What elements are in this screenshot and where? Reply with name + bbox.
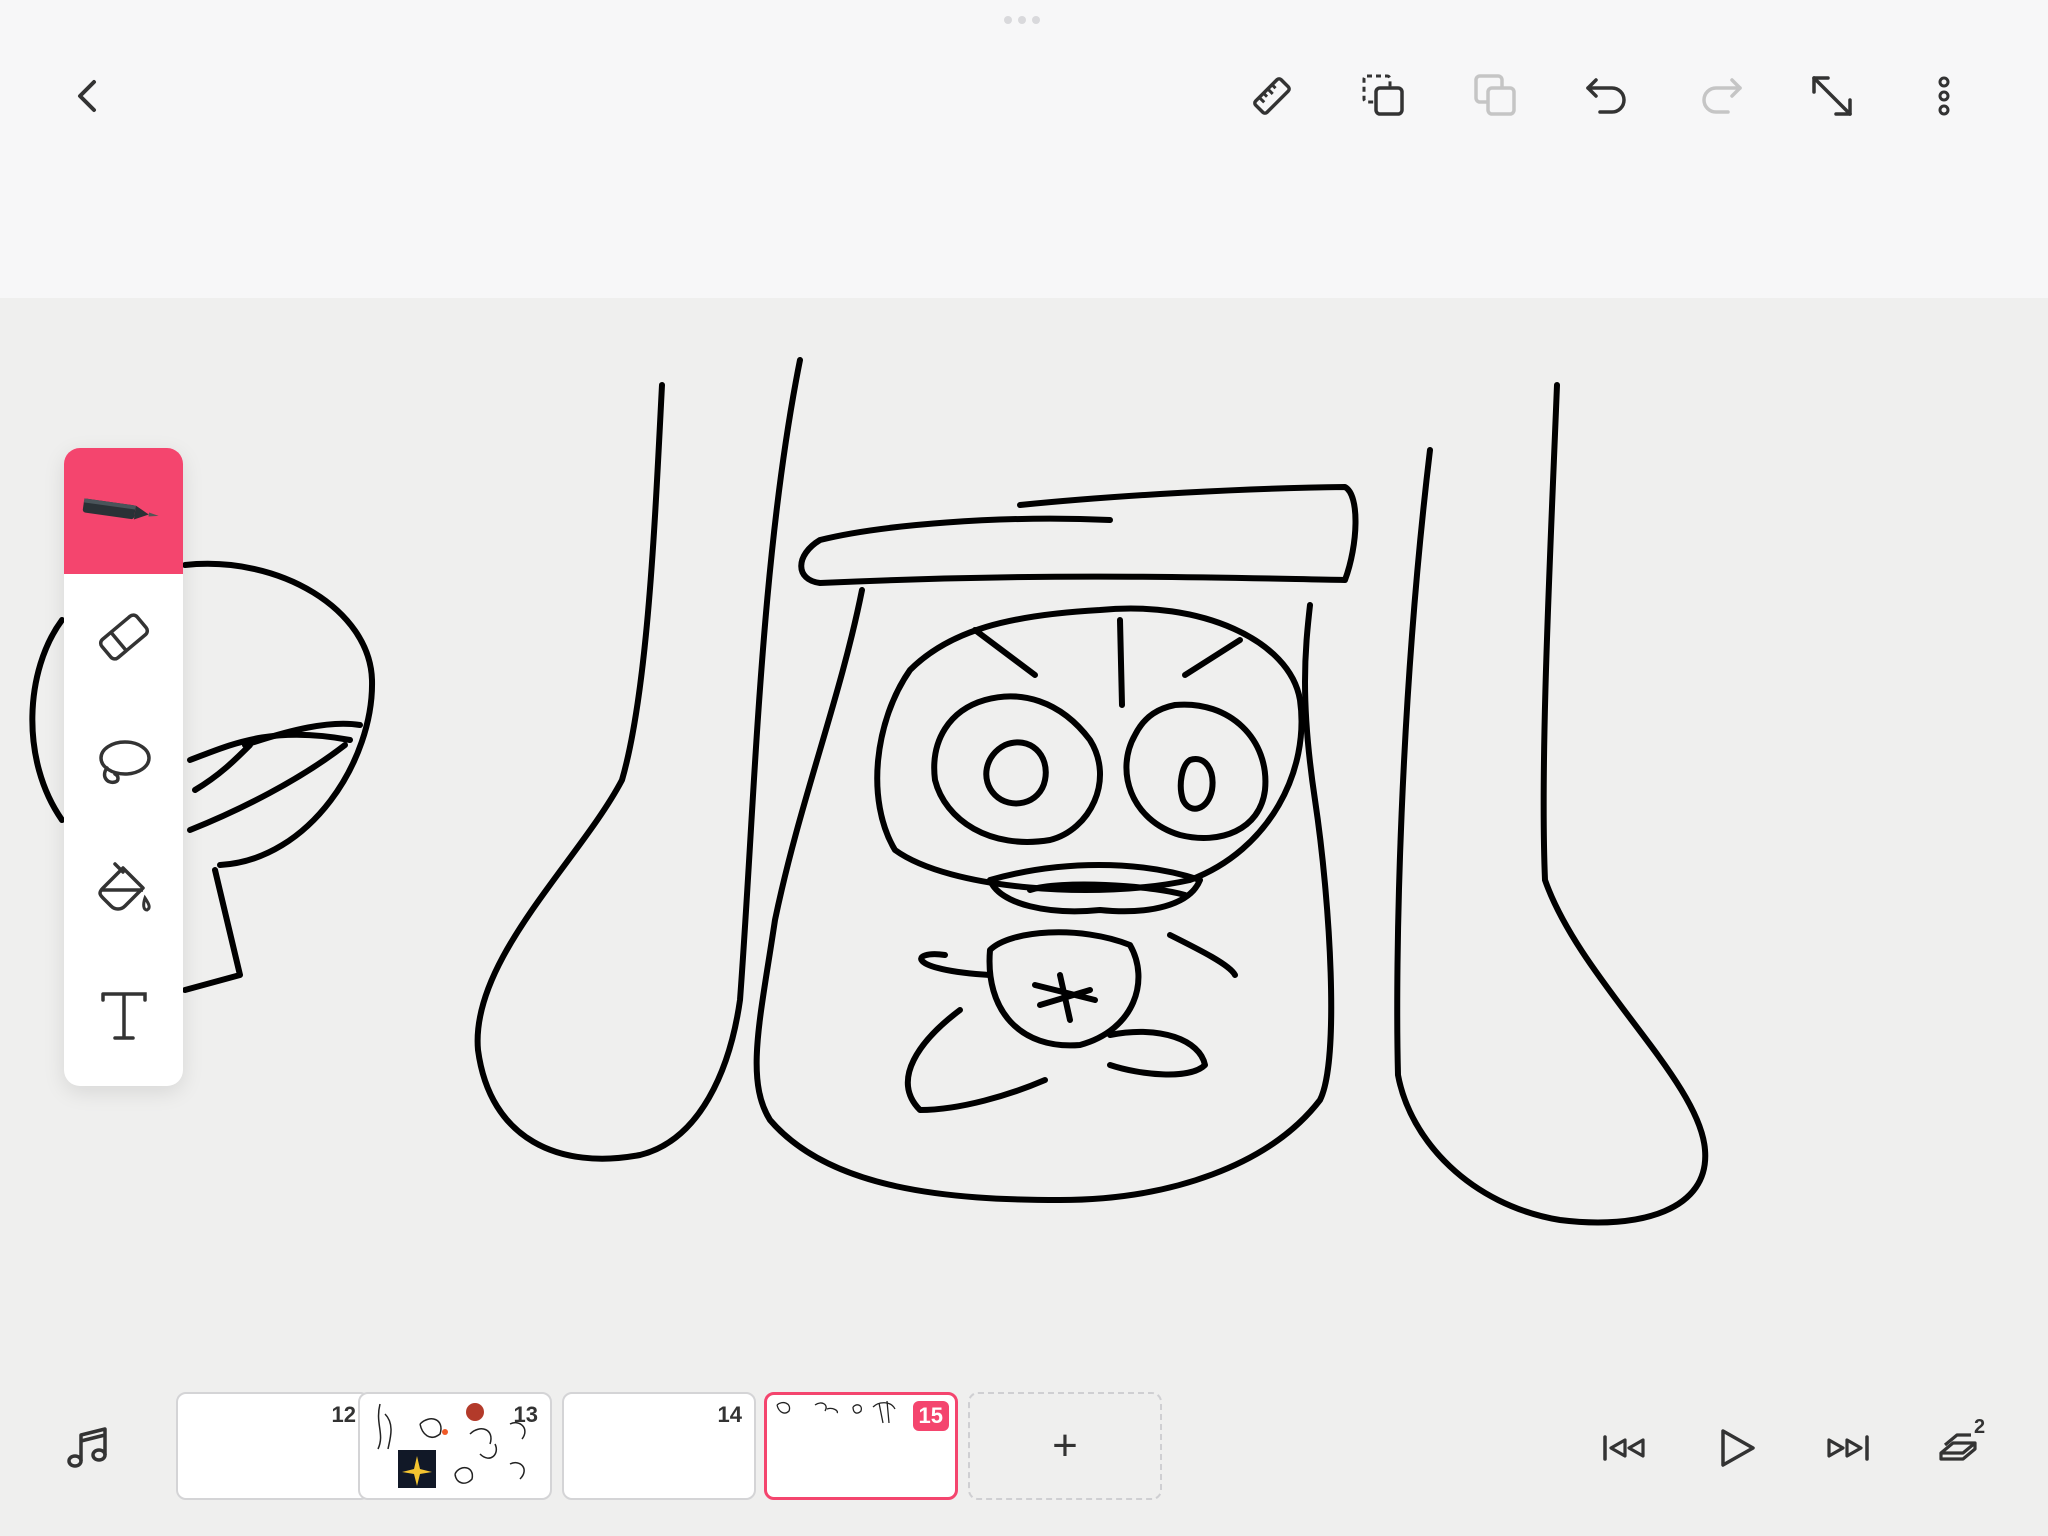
more-vertical-icon: [1938, 76, 1950, 116]
expand-diagonal-icon: [1812, 76, 1852, 116]
eraser-icon: [98, 613, 149, 661]
redo-icon: [1702, 78, 1742, 114]
text-tool[interactable]: [64, 952, 183, 1078]
play-icon: [1721, 1429, 1755, 1467]
pen-tool[interactable]: [64, 448, 183, 574]
lasso-icon: [98, 740, 151, 785]
skip-end-button[interactable]: [1812, 1412, 1884, 1484]
frame-thumbnail[interactable]: 14: [562, 1392, 756, 1500]
ruler-button[interactable]: [1236, 60, 1308, 132]
tool-palette: [64, 448, 183, 1086]
drawing-strokes: [29, 357, 1709, 1226]
copy-dashed-icon: [1362, 74, 1404, 116]
eraser-tool[interactable]: [64, 574, 183, 700]
fill-tool[interactable]: [64, 826, 183, 952]
music-button[interactable]: [52, 1412, 124, 1484]
play-button[interactable]: [1700, 1412, 1772, 1484]
add-frame-label: +: [1052, 1421, 1078, 1470]
skip-start-icon: [1603, 1435, 1645, 1461]
copy-button[interactable]: [1348, 60, 1420, 132]
frame-number: 15: [912, 1401, 949, 1431]
frame-thumbnail[interactable]: 13: [358, 1392, 552, 1500]
pen-icon: [82, 498, 159, 520]
undo-icon: [1586, 78, 1626, 114]
frame-strip: 12 13 14 15 +: [176, 1392, 1176, 1504]
ruler-icon: [1253, 77, 1291, 115]
frame-number: 14: [717, 1402, 742, 1427]
add-frame-button[interactable]: +: [968, 1392, 1162, 1500]
undo-button[interactable]: [1572, 60, 1644, 132]
text-icon: [100, 992, 147, 1040]
skip-end-icon: [1827, 1435, 1869, 1461]
frame-thumbnail-selected[interactable]: 15: [764, 1392, 958, 1500]
skip-start-button[interactable]: [1588, 1412, 1660, 1484]
paste-button[interactable]: [1460, 60, 1532, 132]
more-button[interactable]: [1908, 60, 1980, 132]
top-toolbar: [0, 0, 2048, 200]
frame-number: 13: [513, 1402, 538, 1427]
frame-thumbnail[interactable]: 12: [176, 1392, 370, 1500]
frame-number: 12: [331, 1402, 356, 1427]
music-icon: [67, 1427, 107, 1468]
lasso-tool[interactable]: [64, 700, 183, 826]
chevron-left-icon: [78, 80, 96, 112]
back-button[interactable]: [52, 60, 124, 132]
paste-icon: [1474, 74, 1516, 116]
redo-button[interactable]: [1684, 60, 1756, 132]
paint-bucket-icon: [97, 862, 151, 912]
layers-count-badge: 2: [1974, 1416, 1986, 1438]
expand-button[interactable]: [1796, 60, 1868, 132]
layers-button[interactable]: 2: [1924, 1412, 1996, 1484]
drawing-canvas[interactable]: [0, 298, 2048, 1536]
timeline-bar: 12 13 14 15 + 2: [0, 1380, 2048, 1536]
